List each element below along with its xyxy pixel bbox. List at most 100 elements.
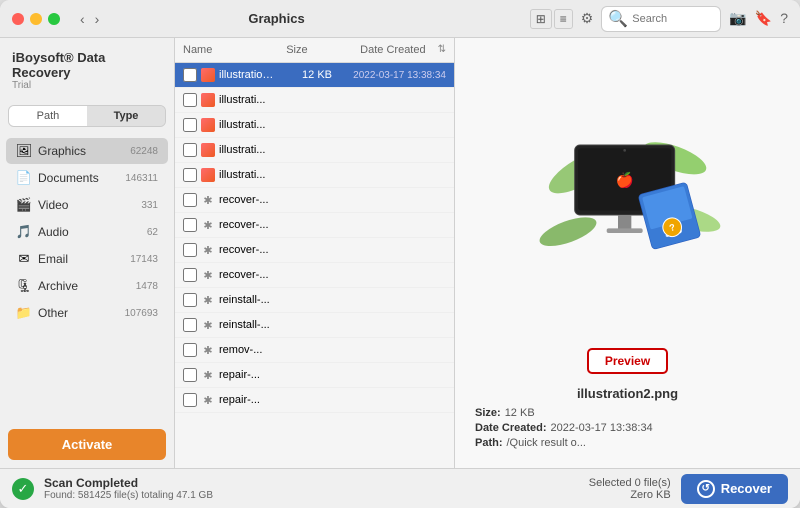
recover-label: Recover xyxy=(721,481,772,496)
file-checkbox[interactable] xyxy=(183,393,197,407)
tab-path[interactable]: Path xyxy=(9,106,87,126)
file-checkbox[interactable] xyxy=(183,243,197,257)
activate-button[interactable]: Activate xyxy=(8,429,166,460)
app-subtitle: Trial xyxy=(12,80,162,91)
table-row[interactable]: ✱ reinstall-... xyxy=(175,313,454,338)
main-window: ‹ › Graphics ⊞ ≡ ⚙ 🔍 📷 🔖 ? iBoy xyxy=(0,0,800,508)
app-title: iBoysoft® Data Recovery xyxy=(12,50,162,80)
sidebar-item-audio[interactable]: 🎵 Audio 62 xyxy=(6,219,168,245)
file-name: reinstall-... xyxy=(219,319,446,331)
file-type-icon: ✱ xyxy=(201,268,215,282)
table-row[interactable]: illustrati... xyxy=(175,113,454,138)
svg-text:🍎: 🍎 xyxy=(615,171,633,189)
sidebar-item-video[interactable]: 🎬 Video 331 xyxy=(6,192,168,218)
table-row[interactable]: ✱ recover-... xyxy=(175,238,454,263)
audio-icon: 🎵 xyxy=(16,224,32,240)
col-date-header: Date Created xyxy=(316,44,426,56)
file-checkbox[interactable] xyxy=(183,193,197,207)
table-row[interactable]: illustrati... xyxy=(175,88,454,113)
file-checkbox[interactable] xyxy=(183,68,197,82)
preview-image-container: 🍎 SSD ? xyxy=(467,50,788,340)
email-icon: ✉ xyxy=(16,251,32,267)
file-checkbox[interactable] xyxy=(183,343,197,357)
table-row[interactable]: ✱ repair-... xyxy=(175,363,454,388)
sidebar-item-count: 62 xyxy=(147,227,158,238)
list-view-button[interactable]: ≡ xyxy=(554,9,573,29)
file-checkbox[interactable] xyxy=(183,118,197,132)
search-icon: 🔍 xyxy=(608,9,628,29)
file-name: recover-... xyxy=(219,244,446,256)
col-size-header: Size xyxy=(258,44,308,56)
preview-button[interactable]: Preview xyxy=(587,348,668,374)
file-type-icon xyxy=(201,93,215,107)
file-checkbox[interactable] xyxy=(183,318,197,332)
file-name: recover-... xyxy=(219,219,446,231)
filter-button[interactable]: ⚙ xyxy=(581,10,594,27)
file-list-header: Name Size Date Created ⇅ xyxy=(175,38,454,63)
selected-info: Selected 0 file(s) Zero KB xyxy=(589,477,671,501)
main-body: iBoysoft® Data Recovery Trial Path Type … xyxy=(0,38,800,468)
file-type-icon: ✱ xyxy=(201,293,215,307)
search-input[interactable] xyxy=(632,13,722,25)
preview-file-name: illustration2.png xyxy=(475,386,780,401)
table-row[interactable]: ✱ recover-... xyxy=(175,188,454,213)
sidebar-item-count: 107693 xyxy=(125,308,158,319)
size-label: Size: xyxy=(475,407,501,419)
table-row[interactable]: ✱ repair-... xyxy=(175,388,454,413)
table-row[interactable]: ✱ recover-... xyxy=(175,263,454,288)
sidebar-item-email[interactable]: ✉ Email 17143 xyxy=(6,246,168,272)
file-name: repair-... xyxy=(219,394,446,406)
sidebar-item-label: Archive xyxy=(38,279,130,293)
date-value: 2022-03-17 13:38:34 xyxy=(551,422,653,434)
table-row[interactable]: illustrati... xyxy=(175,163,454,188)
file-type-icon xyxy=(201,168,215,182)
table-row[interactable]: ✱ remov-... xyxy=(175,338,454,363)
file-checkbox[interactable] xyxy=(183,268,197,282)
file-checkbox[interactable] xyxy=(183,93,197,107)
sidebar-item-label: Audio xyxy=(38,225,141,239)
sidebar-item-label: Video xyxy=(38,198,135,212)
tab-type[interactable]: Type xyxy=(87,106,165,126)
sidebar-header: iBoysoft® Data Recovery Trial xyxy=(0,38,174,97)
table-row[interactable]: illustration2.png 12 KB 2022-03-17 13:38… xyxy=(175,63,454,88)
preview-pane: 🍎 SSD ? xyxy=(455,38,800,468)
view-toggle: ⊞ ≡ xyxy=(530,9,573,29)
close-button[interactable] xyxy=(12,13,24,25)
table-row[interactable]: ✱ reinstall-... xyxy=(175,288,454,313)
file-checkbox[interactable] xyxy=(183,218,197,232)
camera-icon[interactable]: 📷 xyxy=(729,10,746,27)
table-row[interactable]: ✱ recover-... xyxy=(175,213,454,238)
selected-count: Selected 0 file(s) xyxy=(589,477,671,489)
bookmark-icon[interactable]: 🔖 xyxy=(755,10,772,27)
file-checkbox[interactable] xyxy=(183,293,197,307)
size-value: 12 KB xyxy=(505,407,535,419)
file-name: illustrati... xyxy=(219,169,446,181)
file-checkbox[interactable] xyxy=(183,168,197,182)
titlebar: ‹ › Graphics ⊞ ≡ ⚙ 🔍 📷 🔖 ? xyxy=(0,0,800,38)
file-info-path: Path: /Quick result o... xyxy=(475,437,780,449)
file-info-size: Size: 12 KB xyxy=(475,407,780,419)
sidebar-item-count: 1478 xyxy=(136,281,158,292)
file-name: reinstall-... xyxy=(219,294,446,306)
help-icon[interactable]: ? xyxy=(780,10,788,27)
sidebar-item-other[interactable]: 📁 Other 107693 xyxy=(6,300,168,326)
preview-illustration: 🍎 SSD ? xyxy=(528,110,728,280)
file-type-icon: ✱ xyxy=(201,393,215,407)
file-list: Name Size Date Created ⇅ illustration2.p… xyxy=(175,38,455,468)
file-type-icon: ✱ xyxy=(201,343,215,357)
file-name: illustrati... xyxy=(219,119,446,131)
table-row[interactable]: illustrati... xyxy=(175,138,454,163)
file-checkbox[interactable] xyxy=(183,143,197,157)
grid-view-button[interactable]: ⊞ xyxy=(530,9,552,29)
sidebar-item-count: 146311 xyxy=(125,173,158,184)
path-value: /Quick result o... xyxy=(507,437,586,449)
archive-icon: 🗜 xyxy=(16,278,32,294)
sidebar-item-archive[interactable]: 🗜 Archive 1478 xyxy=(6,273,168,299)
sidebar-item-graphics[interactable]: 🖼 Graphics 62248 xyxy=(6,138,168,164)
file-checkbox[interactable] xyxy=(183,368,197,382)
search-box[interactable]: 🔍 xyxy=(601,6,721,32)
recover-button[interactable]: ↺ Recover xyxy=(681,474,788,504)
sidebar-item-documents[interactable]: 📄 Documents 146311 xyxy=(6,165,168,191)
date-label: Date Created: xyxy=(475,422,547,434)
sidebar-item-label: Documents xyxy=(38,171,119,185)
